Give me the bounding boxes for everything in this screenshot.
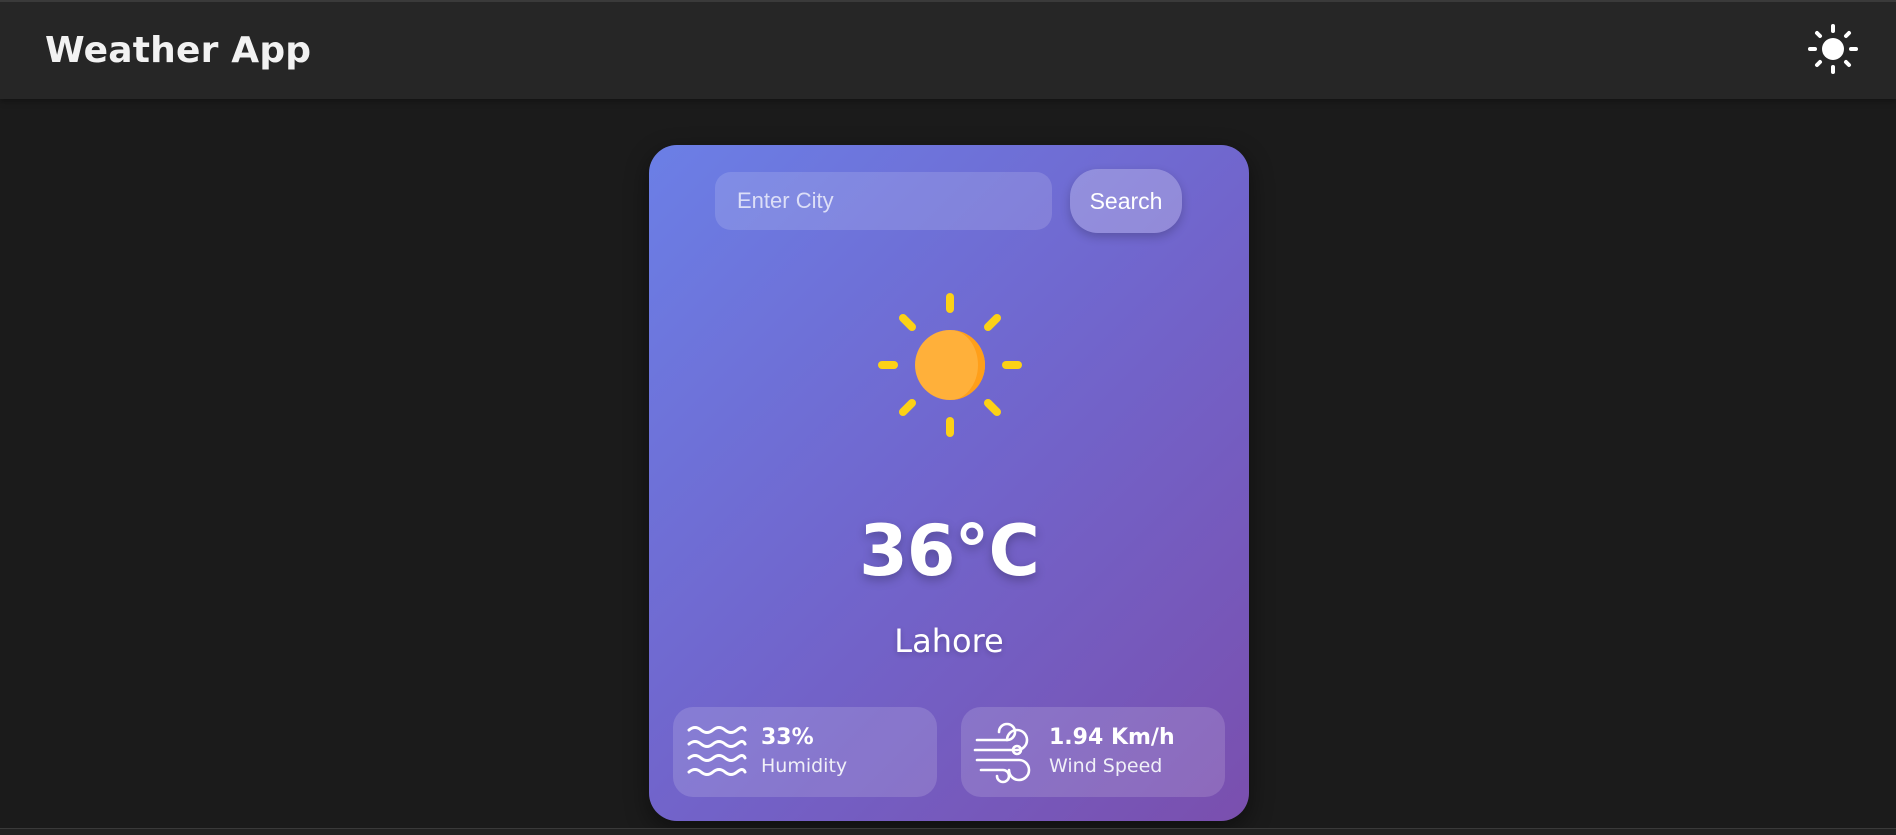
humidity-panel: 33% Humidity <box>673 707 937 797</box>
humidity-value: 33% <box>761 725 814 750</box>
temperature-value: 36°C <box>859 510 1040 592</box>
wind-icon <box>973 720 1037 784</box>
wind-speed-value: 1.94 Km/h <box>1049 725 1175 750</box>
app-title: Weather App <box>45 30 312 71</box>
humidity-label: Humidity <box>761 755 848 777</box>
wind-speed-label: Wind Speed <box>1049 755 1163 777</box>
wind-panel: 1.94 Km/h Wind Speed <box>961 707 1225 797</box>
theme-toggle-sun-icon[interactable] <box>1808 24 1858 74</box>
city-name: Lahore <box>894 622 1004 660</box>
search-button[interactable]: Search <box>1070 169 1182 233</box>
sun-icon <box>875 290 1025 440</box>
top-navbar: Weather App <box>0 0 1896 99</box>
city-search-input[interactable] <box>715 172 1052 230</box>
waves-icon <box>685 720 749 784</box>
weather-card: Search 36°C Lahore <box>649 145 1249 821</box>
